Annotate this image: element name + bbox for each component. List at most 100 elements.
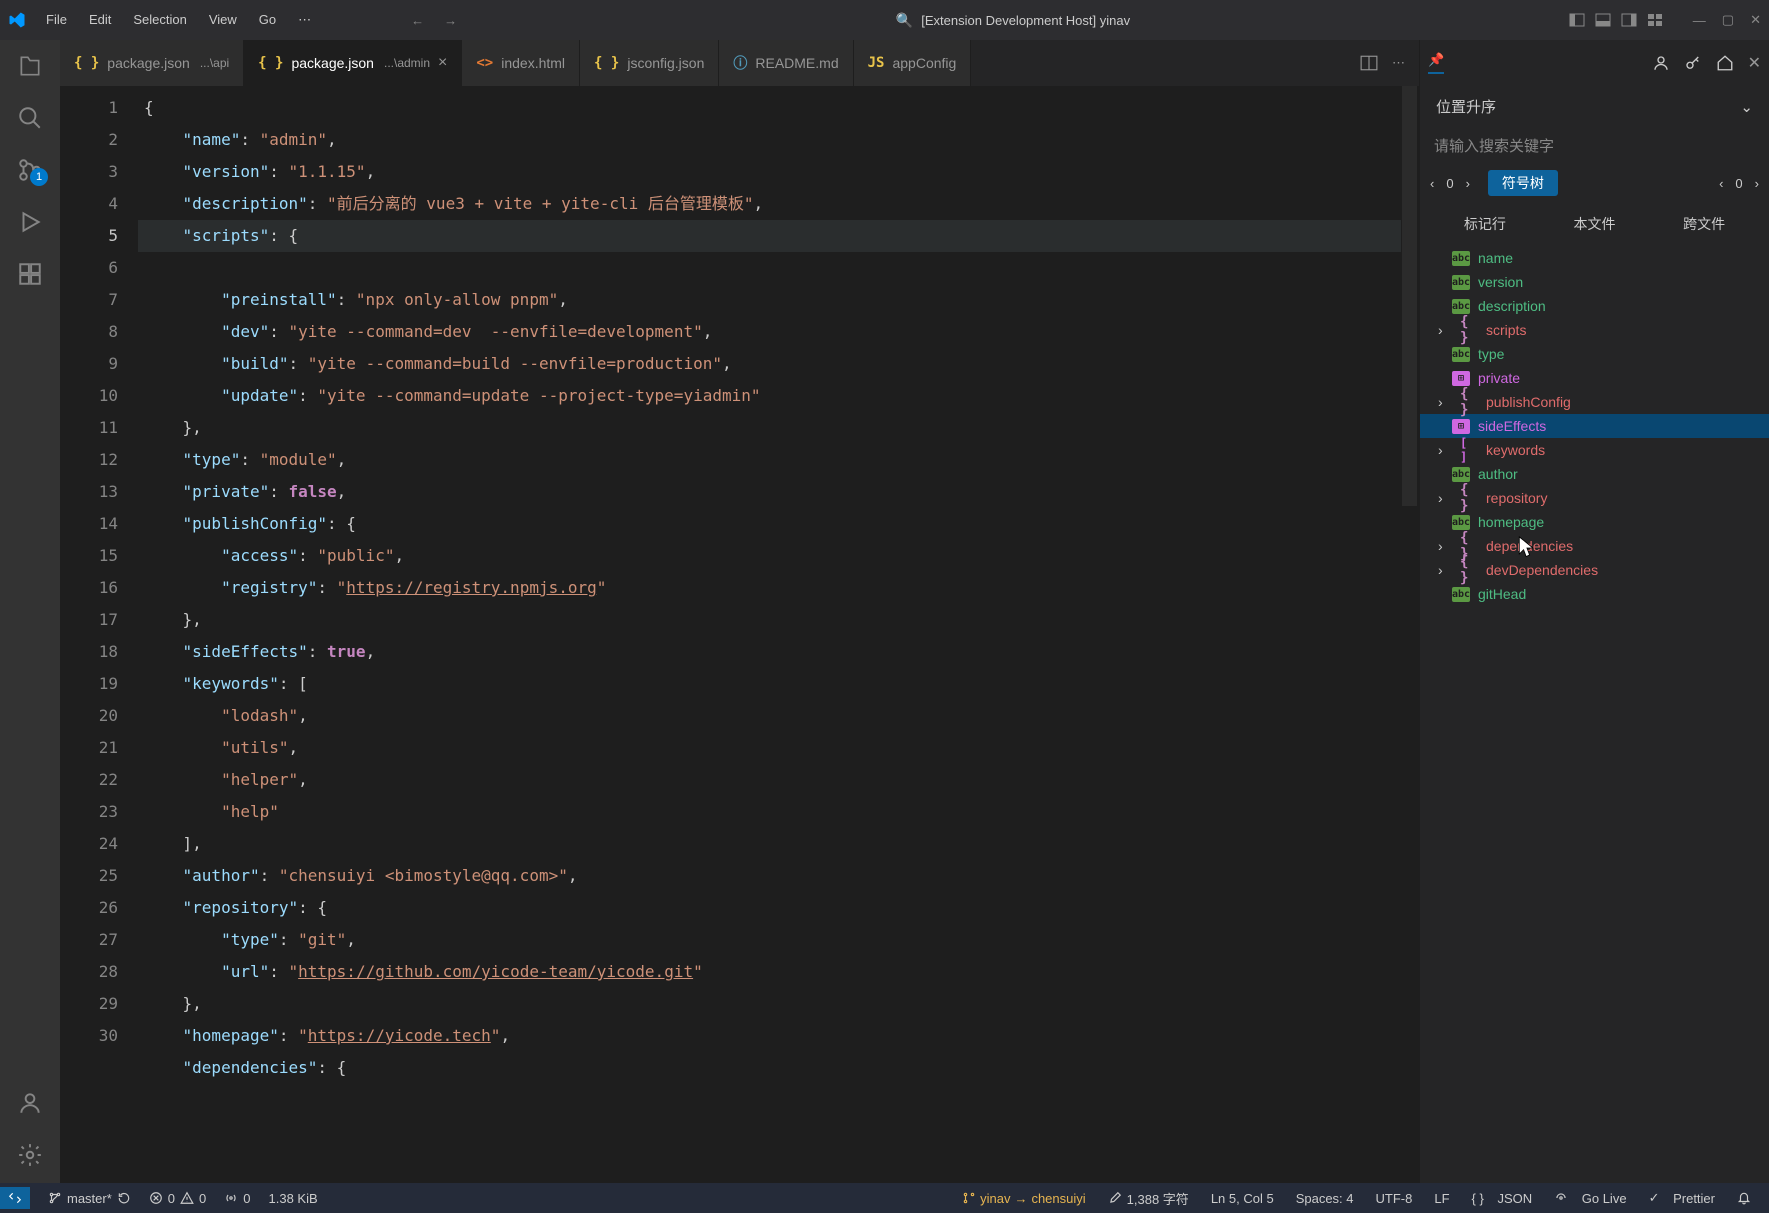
- editor[interactable]: 1234567891011121314151617181920212223242…: [60, 86, 1419, 1183]
- split-icon[interactable]: [1360, 54, 1378, 72]
- search-activity-icon[interactable]: [16, 104, 44, 132]
- line-number[interactable]: 10: [60, 380, 118, 412]
- line-number[interactable]: 11: [60, 412, 118, 444]
- spaces-status[interactable]: Spaces: 4: [1296, 1191, 1354, 1206]
- scm-icon[interactable]: 1: [16, 156, 44, 184]
- minimap-thumb[interactable]: [1402, 86, 1417, 506]
- debug-icon[interactable]: [16, 208, 44, 236]
- code[interactable]: { "name": "admin", "version": "1.1.15", …: [144, 86, 1401, 1183]
- outline-item-devDependencies[interactable]: { }devDependencies: [1420, 558, 1769, 582]
- outline-item-scripts[interactable]: { }scripts: [1420, 318, 1769, 342]
- chars-status[interactable]: 1,388 字符: [1108, 1189, 1189, 1208]
- git-flow-status[interactable]: yinav → chensuiyi: [962, 1191, 1086, 1206]
- nav-back-icon[interactable]: ←: [411, 13, 424, 28]
- layout-grid-icon[interactable]: [1647, 12, 1663, 28]
- radio-status[interactable]: 0: [224, 1191, 250, 1206]
- line-number[interactable]: 28: [60, 956, 118, 988]
- minimap[interactable]: [1401, 86, 1419, 1183]
- line-number[interactable]: 27: [60, 924, 118, 956]
- line-number[interactable]: 12: [60, 444, 118, 476]
- line-number[interactable]: 18: [60, 636, 118, 668]
- next-icon[interactable]: ›: [1466, 176, 1470, 191]
- eol-status[interactable]: LF: [1434, 1191, 1449, 1206]
- line-number[interactable]: 14: [60, 508, 118, 540]
- line-number[interactable]: 16: [60, 572, 118, 604]
- line-number[interactable]: 1: [60, 92, 118, 124]
- layout-left-icon[interactable]: [1569, 12, 1585, 28]
- layout-bottom-icon[interactable]: [1595, 12, 1611, 28]
- menu-view[interactable]: View: [199, 8, 247, 32]
- tab-jsconfig-json[interactable]: { }jsconfig.json: [580, 40, 719, 86]
- line-number[interactable]: 3: [60, 156, 118, 188]
- panel-tab-file[interactable]: 本文件: [1565, 210, 1623, 238]
- golive-status[interactable]: Go Live: [1554, 1191, 1626, 1206]
- search-input[interactable]: 请输入搜索关键字: [1420, 127, 1769, 164]
- line-number[interactable]: 29: [60, 988, 118, 1020]
- outline-item-publishConfig[interactable]: { }publishConfig: [1420, 390, 1769, 414]
- panel-tab-cross[interactable]: 跨文件: [1675, 210, 1733, 238]
- user-icon[interactable]: [1652, 54, 1670, 72]
- menu-more-icon[interactable]: ⋯: [288, 8, 321, 32]
- minimize-icon[interactable]: —: [1693, 13, 1706, 28]
- line-number[interactable]: 6: [60, 252, 118, 284]
- layout-right-icon[interactable]: [1621, 12, 1637, 28]
- panel-close-icon[interactable]: ✕: [1748, 53, 1761, 73]
- line-number[interactable]: 13: [60, 476, 118, 508]
- line-number[interactable]: 19: [60, 668, 118, 700]
- line-number[interactable]: 2: [60, 124, 118, 156]
- line-number[interactable]: 7: [60, 284, 118, 316]
- problems-status[interactable]: 0 0: [149, 1191, 206, 1206]
- line-number[interactable]: 22: [60, 764, 118, 796]
- panel-tab-marks[interactable]: 标记行: [1456, 210, 1514, 238]
- tab-index-html[interactable]: <>index.html: [462, 40, 580, 86]
- line-number[interactable]: 15: [60, 540, 118, 572]
- line-number[interactable]: 5: [60, 220, 118, 252]
- menu-file[interactable]: File: [36, 8, 77, 32]
- line-number[interactable]: 26: [60, 892, 118, 924]
- close-icon[interactable]: ✕: [1750, 12, 1761, 28]
- line-number[interactable]: 24: [60, 828, 118, 860]
- explorer-icon[interactable]: [16, 52, 44, 80]
- line-number[interactable]: 9: [60, 348, 118, 380]
- tab-README-md[interactable]: ⓘREADME.md: [719, 40, 853, 86]
- outline-item-version[interactable]: abcversion: [1420, 270, 1769, 294]
- settings-icon[interactable]: [16, 1141, 44, 1169]
- next-icon-2[interactable]: ›: [1755, 176, 1759, 191]
- cursor-pos[interactable]: Ln 5, Col 5: [1211, 1191, 1274, 1206]
- title-center[interactable]: 🔍 [Extension Development Host] yinav: [457, 12, 1569, 29]
- pin-icon[interactable]: 📌: [1428, 52, 1444, 74]
- maximize-icon[interactable]: ▢: [1722, 12, 1734, 28]
- tab-package-json[interactable]: { }package.json...\admin×: [244, 40, 462, 86]
- remote-icon[interactable]: [0, 1187, 30, 1209]
- encoding-status[interactable]: UTF-8: [1376, 1191, 1413, 1206]
- home-icon[interactable]: [1716, 54, 1734, 72]
- prettier-status[interactable]: ✓ Prettier: [1649, 1190, 1715, 1206]
- line-number[interactable]: 25: [60, 860, 118, 892]
- prev-icon[interactable]: ‹: [1430, 176, 1434, 191]
- outline-item-repository[interactable]: { }repository: [1420, 486, 1769, 510]
- tab-package-json[interactable]: { }package.json...\api: [60, 40, 244, 86]
- lang-status[interactable]: { } JSON: [1472, 1191, 1533, 1206]
- outline-item-keywords[interactable]: [ ]keywords: [1420, 438, 1769, 462]
- filesize-status[interactable]: 1.38 KiB: [269, 1191, 318, 1206]
- line-number[interactable]: 21: [60, 732, 118, 764]
- key-icon[interactable]: [1684, 54, 1702, 72]
- line-number[interactable]: 17: [60, 604, 118, 636]
- more-icon[interactable]: ⋯: [1392, 55, 1405, 71]
- branch-status[interactable]: master*: [48, 1191, 131, 1206]
- sort-dropdown[interactable]: 位置升序 ⌄: [1420, 86, 1769, 127]
- bell-icon[interactable]: [1737, 1191, 1751, 1205]
- symbol-tree-pill[interactable]: 符号树: [1488, 170, 1558, 196]
- prev-icon-2[interactable]: ‹: [1719, 176, 1723, 191]
- line-number[interactable]: 30: [60, 1020, 118, 1052]
- nav-forward-icon[interactable]: →: [444, 13, 457, 28]
- line-number[interactable]: 20: [60, 700, 118, 732]
- menu-go[interactable]: Go: [249, 8, 286, 32]
- close-tab-icon[interactable]: ×: [438, 54, 447, 72]
- outline-item-name[interactable]: abcname: [1420, 246, 1769, 270]
- line-number[interactable]: 4: [60, 188, 118, 220]
- menu-edit[interactable]: Edit: [79, 8, 121, 32]
- menu-selection[interactable]: Selection: [123, 8, 196, 32]
- extensions-icon[interactable]: [16, 260, 44, 288]
- line-number[interactable]: 23: [60, 796, 118, 828]
